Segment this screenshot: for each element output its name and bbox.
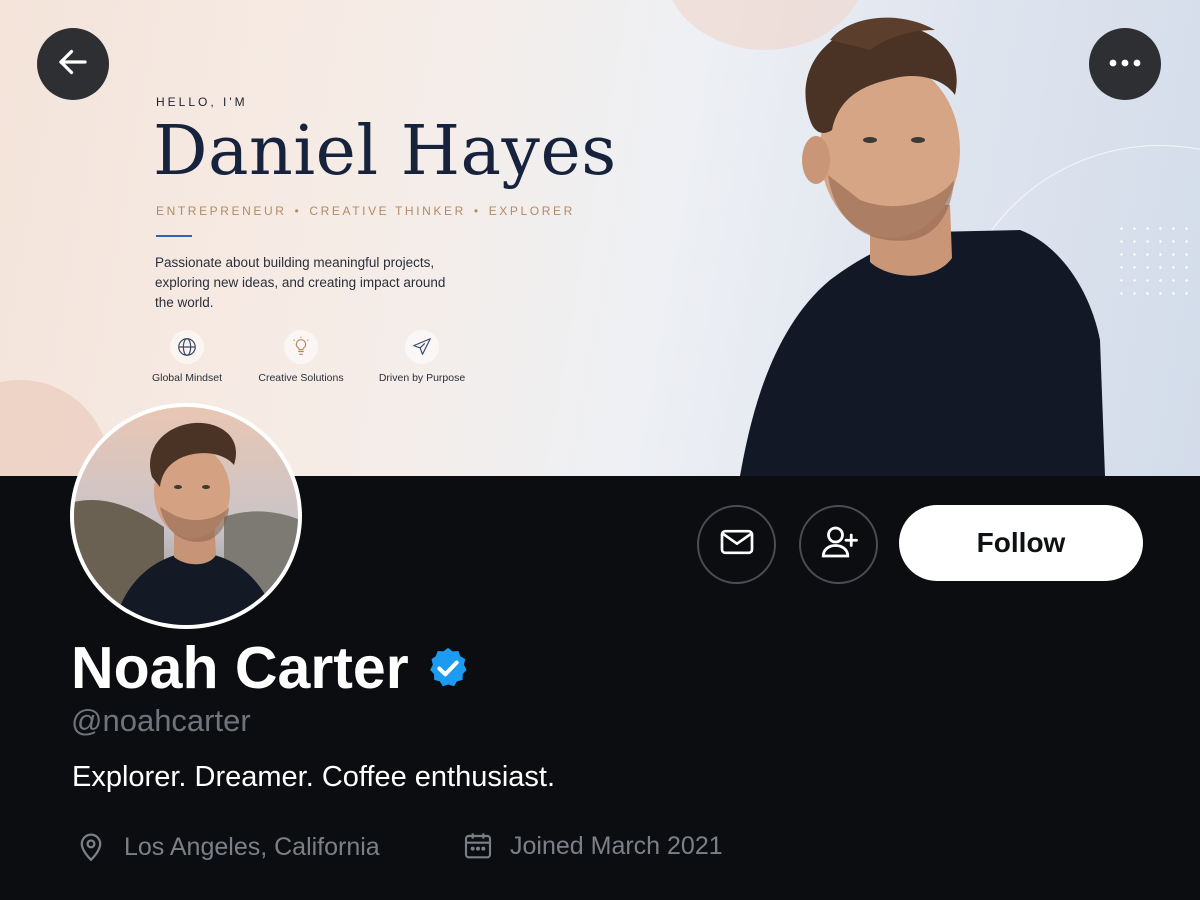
banner-role: CREATIVE THINKER — [309, 204, 466, 218]
banner-name: Daniel Hayes — [153, 112, 617, 191]
globe-icon — [170, 330, 204, 364]
banner-portrait-image — [720, 0, 1140, 476]
banner-greeting: HELLO, I'M — [156, 95, 248, 109]
feature-creative-solutions: Creative Solutions — [256, 330, 346, 384]
profile-joined-date: Joined March 2021 — [462, 830, 723, 862]
feature-label: Driven by Purpose — [378, 372, 466, 384]
profile-location: Los Angeles, California — [74, 830, 380, 864]
more-horizontal-icon — [1108, 55, 1142, 73]
feature-label: Global Mindset — [151, 372, 223, 384]
verified-badge-icon — [425, 645, 471, 691]
display-name-text: Noah Carter — [71, 635, 409, 701]
banner-roles: ENTREPRENEUR • CREATIVE THINKER • EXPLORER — [156, 204, 575, 218]
profile-handle: @noahcarter — [71, 703, 251, 738]
feature-global-mindset: Global Mindset — [150, 330, 224, 384]
message-button[interactable] — [697, 505, 776, 584]
joined-text: Joined March 2021 — [510, 831, 723, 860]
banner-accent-line — [156, 235, 192, 237]
profile-display-name: Noah Carter — [71, 634, 471, 702]
paper-plane-icon — [405, 330, 439, 364]
feature-driven-by-purpose: Driven by Purpose — [376, 330, 468, 384]
more-options-button[interactable] — [1089, 28, 1161, 100]
location-text: Los Angeles, California — [124, 832, 380, 861]
arrow-left-icon — [55, 44, 91, 85]
follow-button[interactable]: Follow — [899, 505, 1143, 581]
banner-description: Passionate about building meaningful pro… — [155, 255, 446, 310]
banner-role: EXPLORER — [488, 204, 575, 218]
location-pin-icon — [74, 830, 108, 864]
add-friend-button[interactable] — [799, 505, 878, 584]
lightbulb-icon — [284, 330, 318, 364]
mail-icon — [717, 522, 757, 567]
profile-bio: Explorer. Dreamer. Coffee enthusiast. — [72, 761, 556, 793]
role-separator: • — [473, 204, 481, 218]
banner-role: ENTREPRENEUR — [156, 204, 287, 218]
user-plus-icon — [818, 521, 860, 568]
calendar-icon — [462, 830, 494, 862]
back-button[interactable] — [37, 28, 109, 100]
profile-avatar[interactable] — [70, 403, 302, 629]
role-separator: • — [294, 204, 302, 218]
feature-label: Creative Solutions — [258, 372, 344, 384]
